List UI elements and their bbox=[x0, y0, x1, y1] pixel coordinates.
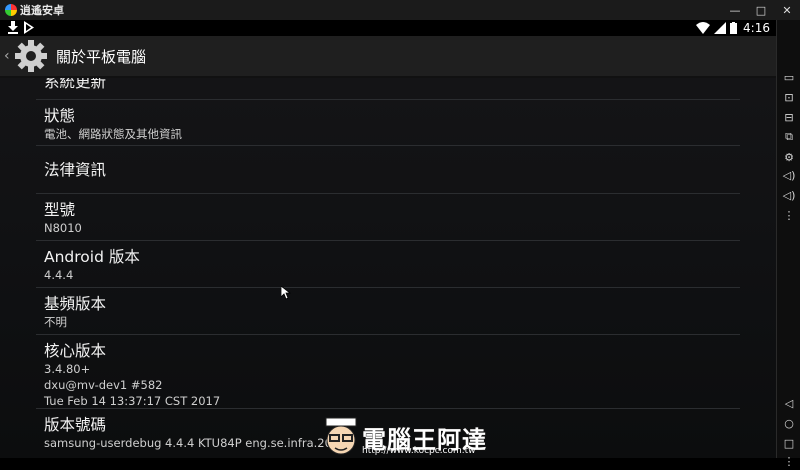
page-title: 關於平板電腦 bbox=[56, 47, 147, 66]
emulator-app-name: 逍遙安卓 bbox=[20, 4, 64, 17]
list-item-subtitle: 電池、網路狀態及其他資訊 bbox=[44, 127, 182, 141]
keyboard-icon[interactable]: ▭ bbox=[777, 68, 800, 86]
list-item-subtitle: N8010 bbox=[44, 221, 82, 235]
maximize-button[interactable]: □ bbox=[748, 0, 774, 20]
volume-up-icon[interactable]: ◁) bbox=[777, 166, 800, 184]
signal-icon bbox=[714, 22, 727, 34]
overflow-nav-icon[interactable]: ⋮ bbox=[777, 452, 800, 470]
settings-gear-icon[interactable] bbox=[14, 39, 48, 73]
window-controls: — □ ✕ bbox=[722, 0, 800, 20]
download-icon bbox=[8, 21, 18, 34]
watermark-url: http://www.kocpc.com.tw bbox=[362, 446, 476, 456]
settings-list: 系統更新 狀態 電池、網路狀態及其他資訊 法律資訊 型號 N8010 Andro… bbox=[36, 78, 740, 458]
list-item-title: Android 版本 bbox=[44, 248, 140, 266]
list-item-title: 基頻版本 bbox=[44, 295, 107, 313]
list-item-system-update[interactable]: 系統更新 bbox=[36, 78, 740, 100]
up-navigation-button[interactable]: ‹ bbox=[4, 48, 12, 64]
back-nav-icon[interactable]: ◁ bbox=[777, 394, 800, 412]
multi-window-icon[interactable]: ⧉ bbox=[777, 128, 800, 146]
home-nav-icon[interactable]: ○ bbox=[777, 414, 800, 432]
action-bar: ‹ 關於平板電腦 bbox=[0, 36, 776, 78]
settings-content: 系統更新 狀態 電池、網路狀態及其他資訊 法律資訊 型號 N8010 Andro… bbox=[0, 78, 776, 458]
list-item-title: 法律資訊 bbox=[44, 161, 107, 179]
volume-down-icon[interactable]: ◁) bbox=[777, 186, 800, 204]
list-item-title: 型號 bbox=[44, 201, 76, 219]
list-item-model: 型號 N8010 bbox=[36, 194, 740, 241]
more-options-icon[interactable]: ⋮ bbox=[777, 206, 800, 224]
list-item-legal-info[interactable]: 法律資訊 bbox=[36, 146, 740, 194]
android-status-bar: 4:16 bbox=[0, 20, 776, 36]
recents-nav-icon[interactable]: □ bbox=[777, 434, 800, 452]
emulator-title-bar: 逍遙安卓 — □ ✕ bbox=[0, 0, 800, 21]
list-item-title: 系統更新 bbox=[44, 78, 107, 91]
watermark: 電腦王阿達 http://www.kocpc.com.tw bbox=[322, 410, 502, 458]
list-item-baseband-version: 基頻版本 不明 bbox=[36, 288, 740, 335]
settings-icon[interactable]: ⚙ bbox=[777, 148, 800, 166]
list-item-subtitle: 4.4.4 bbox=[44, 268, 74, 282]
list-item-subtitle: dxu@mv-dev1 #582 bbox=[44, 378, 163, 392]
mouse-cursor-icon bbox=[281, 286, 291, 300]
list-item-title: 狀態 bbox=[44, 107, 76, 125]
list-item-subtitle: Tue Feb 14 13:37:17 CST 2017 bbox=[44, 394, 221, 408]
emulator-toolbar: ▭ ⊡ ⊟ ⧉ ⚙ ◁) ◁) ⋮ ◁ ○ □ ⋮ bbox=[776, 20, 800, 468]
status-time: 4:16 bbox=[743, 21, 770, 35]
list-item-android-version[interactable]: Android 版本 4.4.4 bbox=[36, 241, 740, 288]
minimize-button[interactable]: — bbox=[722, 0, 748, 20]
wifi-icon bbox=[696, 22, 711, 34]
screenshot-icon[interactable]: ⊡ bbox=[777, 88, 800, 106]
list-item-kernel-version: 核心版本 3.4.80+ dxu@mv-dev1 #582 Tue Feb 14… bbox=[36, 335, 740, 409]
close-button[interactable]: ✕ bbox=[774, 0, 800, 20]
play-store-icon bbox=[24, 21, 34, 34]
mascot-face-icon bbox=[325, 417, 357, 455]
list-item-subtitle: 不明 bbox=[44, 315, 67, 329]
list-item-status[interactable]: 狀態 電池、網路狀態及其他資訊 bbox=[36, 100, 740, 146]
emulator-logo-icon bbox=[5, 4, 17, 16]
shake-icon[interactable]: ⊟ bbox=[777, 108, 800, 126]
list-item-title: 核心版本 bbox=[44, 342, 107, 360]
battery-icon bbox=[730, 22, 738, 34]
list-item-subtitle: 3.4.80+ bbox=[44, 362, 91, 376]
